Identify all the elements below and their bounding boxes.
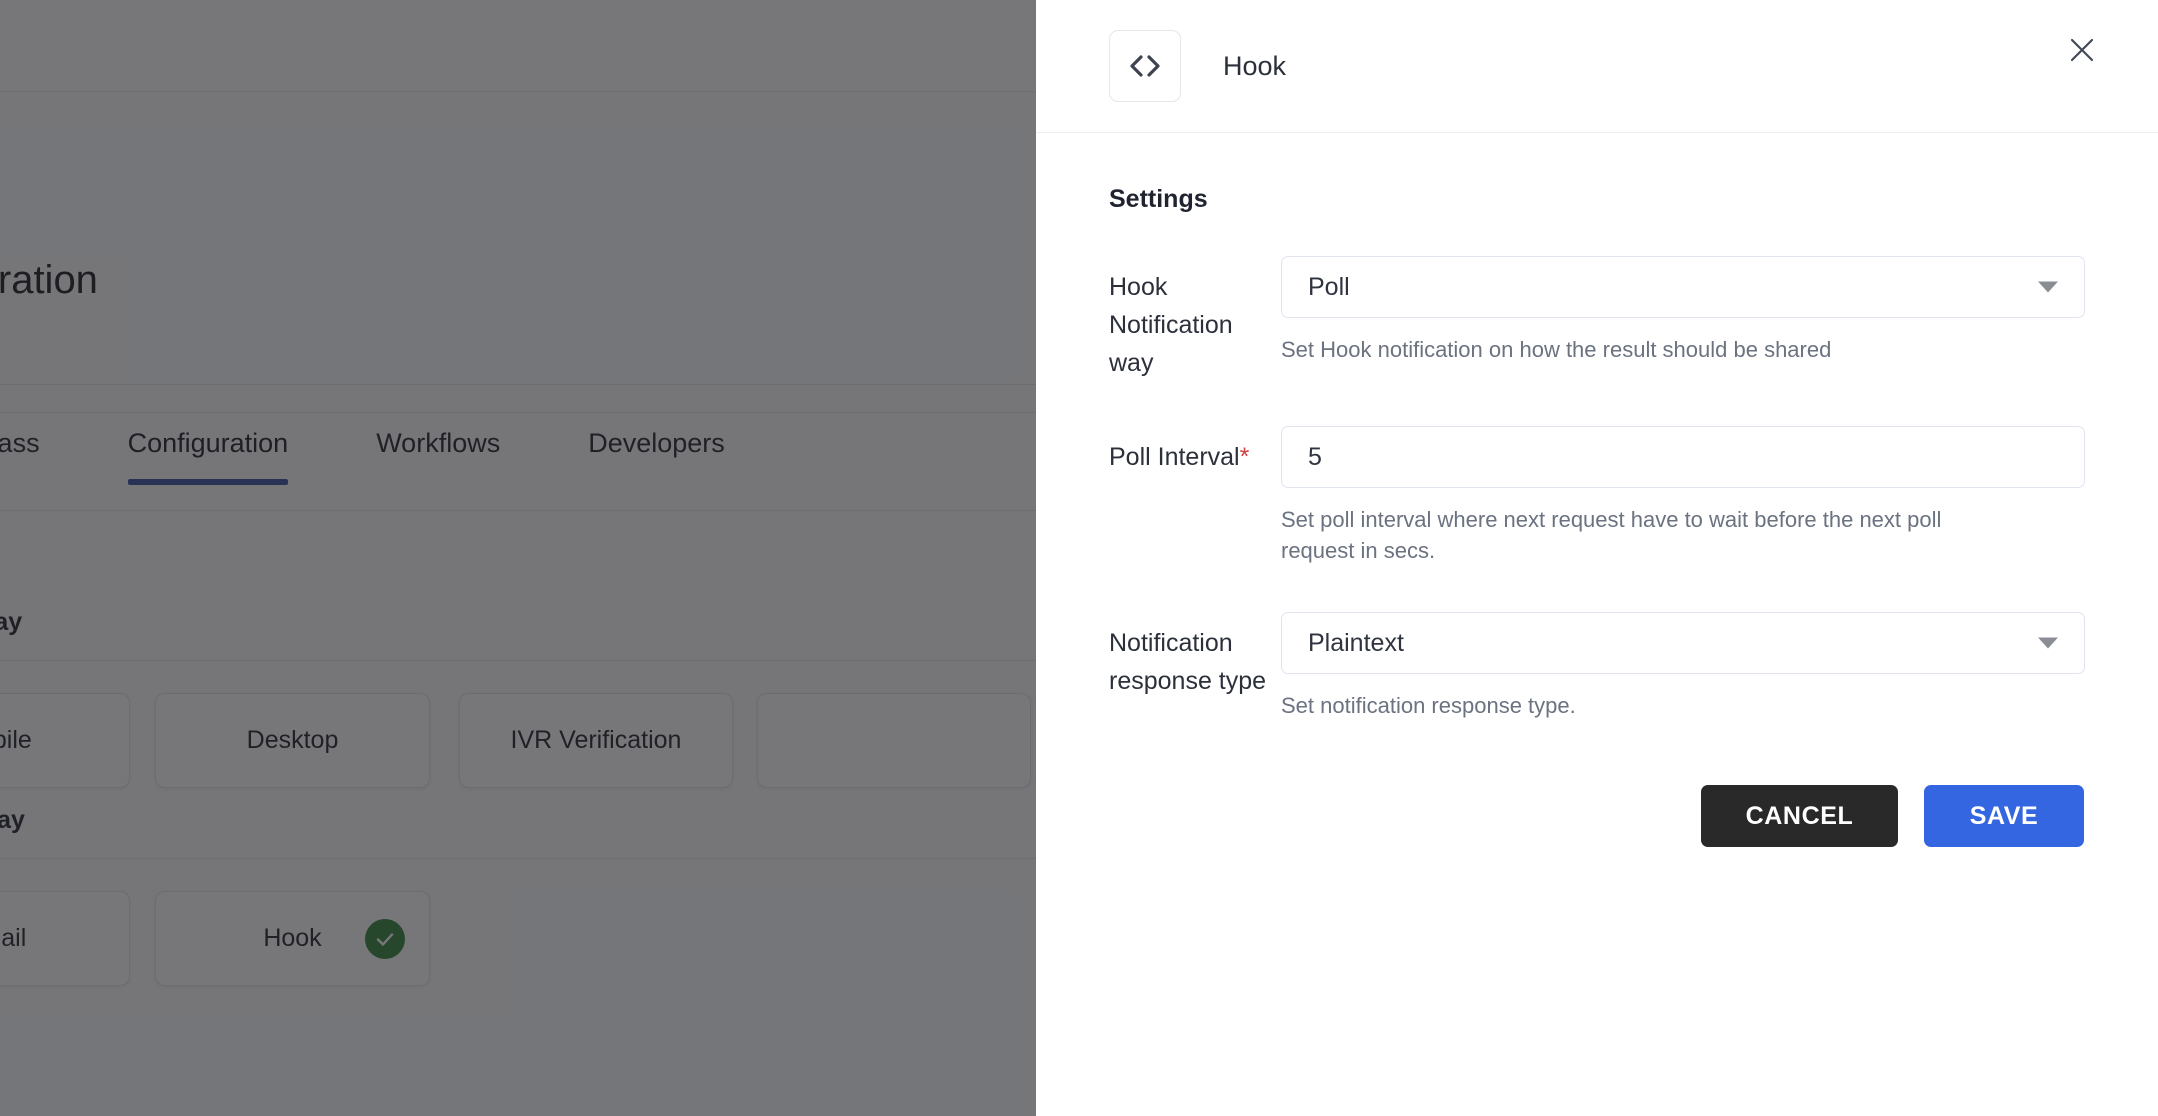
hook-notification-way-select[interactable]: Poll [1281, 256, 2085, 318]
field-control: Poll Set Hook notification on how the re… [1281, 256, 2085, 365]
chevron-down-icon [2038, 637, 2058, 649]
field-control: Plaintext Set notification response type… [1281, 612, 2085, 721]
modal-scrim[interactable] [0, 0, 1036, 1116]
field-label-text: Poll Interval [1109, 443, 1240, 471]
code-icon [1109, 30, 1181, 102]
drawer-title: Hook [1223, 50, 1287, 81]
field-control: 5 Set poll interval where next request h… [1281, 426, 2085, 566]
field-hook-notification-way: Hook Notification way Poll Set Hook noti… [1088, 256, 2085, 382]
notification-response-type-select[interactable]: Plaintext [1281, 612, 2085, 674]
field-poll-interval: Poll Interval* 5 Set poll interval where… [1088, 426, 2085, 566]
field-notification-response-type: Notification response type Plaintext Set… [1088, 612, 2085, 721]
drawer-header: Hook [1036, 0, 2158, 133]
field-label-text: Notification response type [1109, 629, 1267, 695]
field-label: Poll Interval* [1088, 426, 1281, 476]
save-button[interactable]: SAVE [1924, 785, 2084, 847]
poll-interval-input[interactable]: 5 [1281, 426, 2085, 488]
drawer-body: Settings Hook Notification way Poll Set … [1036, 133, 2158, 847]
select-value: Plaintext [1308, 628, 1404, 657]
required-asterisk: * [1239, 443, 1250, 471]
field-label: Notification response type [1088, 612, 1281, 700]
cancel-button[interactable]: CANCEL [1701, 785, 1898, 847]
close-icon[interactable] [2054, 22, 2110, 78]
select-value: Poll [1308, 272, 1350, 301]
field-label: Hook Notification way [1088, 256, 1281, 382]
chevron-down-icon [2038, 281, 2058, 293]
field-label-text: Hook Notification way [1109, 273, 1233, 377]
hook-settings-drawer: Hook Settings Hook Notification way Poll… [1036, 0, 2158, 1116]
field-helper-text: Set poll interval where next request hav… [1281, 507, 1942, 563]
drawer-actions: CANCEL SAVE [1088, 785, 2085, 847]
settings-heading: Settings [1109, 185, 1208, 213]
field-helper-text: Set Hook notification on how the result … [1281, 337, 1832, 362]
field-helper-text: Set notification response type. [1281, 693, 1576, 718]
input-value: 5 [1308, 442, 1322, 471]
